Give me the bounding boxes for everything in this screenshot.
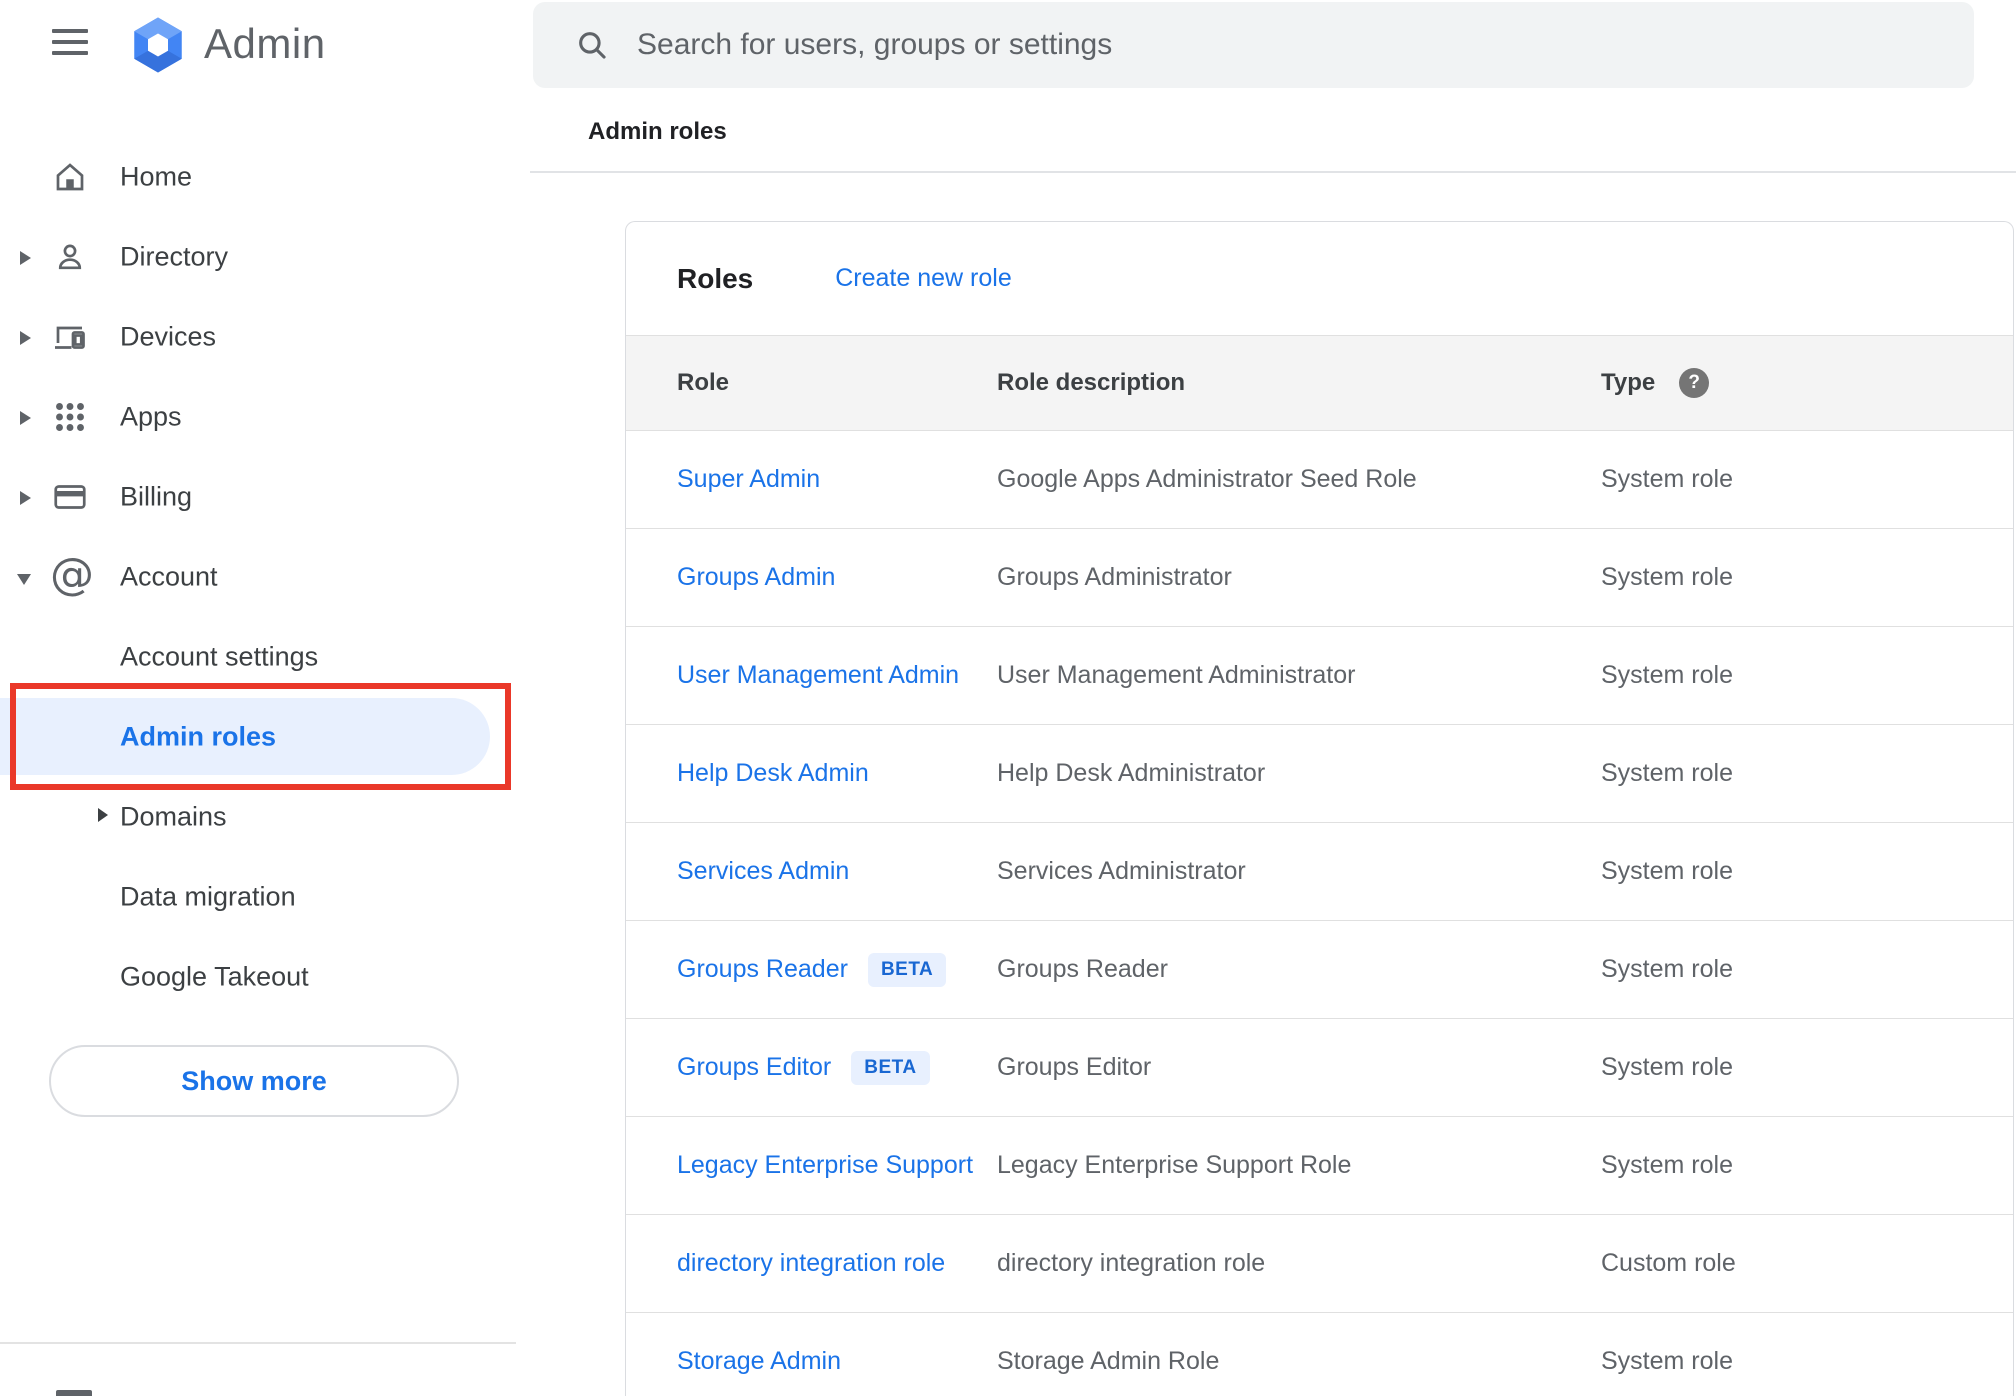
column-header-role: Role — [677, 369, 730, 396]
table-row: Help Desk Admin Help Desk Administrator … — [626, 725, 2013, 823]
table-row: Services Admin Services Administrator Sy… — [626, 823, 2013, 921]
card-title: Roles — [677, 262, 754, 294]
sidebar-item-billing[interactable]: Billing — [0, 457, 516, 537]
sidebar-item-account[interactable]: @ Account — [0, 537, 516, 617]
apps-grid-icon — [52, 399, 88, 435]
role-type: System role — [1601, 661, 1733, 689]
role-description: User Management Administrator — [997, 661, 1356, 689]
role-link[interactable]: Groups Admin — [677, 563, 835, 591]
sidebar-item-google-takeout[interactable]: Google Takeout — [0, 937, 516, 1017]
sidebar-item-label: Home — [120, 161, 193, 192]
role-link[interactable]: Super Admin — [677, 465, 820, 493]
role-type: System role — [1601, 955, 1733, 983]
search-bar — [533, 2, 1974, 88]
expand-arrow-icon[interactable] — [20, 331, 31, 345]
credit-card-icon — [52, 479, 88, 515]
role-link[interactable]: User Management Admin — [677, 661, 959, 689]
table-row: Groups Editor BETA Groups Editor System … — [626, 1019, 2013, 1117]
sidebar-item-label: Google Takeout — [120, 961, 309, 992]
sidebar-item-home[interactable]: Home — [0, 137, 516, 217]
clipped-bottom-icon — [56, 1390, 92, 1396]
column-header-type: Type — [1601, 369, 1656, 396]
role-description: Services Administrator — [997, 857, 1246, 885]
breadcrumb-divider — [530, 171, 2016, 173]
collapse-arrow-icon[interactable] — [17, 574, 31, 585]
role-link[interactable]: Services Admin — [677, 857, 849, 885]
sidebar-item-account-settings[interactable]: Account settings — [0, 617, 516, 697]
devices-icon — [52, 319, 88, 355]
role-link[interactable]: directory integration role — [677, 1249, 945, 1277]
at-sign-icon: @ — [50, 549, 94, 600]
sidebar-item-devices[interactable]: Devices — [0, 297, 516, 377]
table-row: User Management Admin User Management Ad… — [626, 627, 2013, 725]
role-type: System role — [1601, 857, 1733, 885]
role-type: System role — [1601, 1151, 1733, 1179]
role-type: System role — [1601, 465, 1733, 493]
role-link[interactable]: Groups Editor — [677, 1053, 831, 1082]
sidebar-item-domains[interactable]: Domains — [0, 777, 516, 857]
search-icon — [579, 32, 606, 59]
beta-badge: BETA — [851, 1050, 930, 1085]
table-row: Super Admin Google Apps Administrator Se… — [626, 431, 2013, 529]
create-new-role-link[interactable]: Create new role — [835, 264, 1011, 293]
role-link[interactable]: Groups Reader — [677, 955, 848, 984]
roles-card-header: Roles Create new role — [626, 222, 2013, 335]
role-type: System role — [1601, 1347, 1733, 1375]
role-description: Groups Administrator — [997, 563, 1232, 591]
role-type: System role — [1601, 759, 1733, 787]
sidebar: Home Directory Devices Apps Billing @ Ac… — [0, 137, 516, 1017]
sidebar-item-label: Account settings — [120, 641, 319, 672]
table-row: Storage Admin Storage Admin Role System … — [626, 1313, 2013, 1396]
roles-card: Roles Create new role Role Role descript… — [625, 221, 2014, 1396]
beta-badge: BETA — [867, 952, 947, 987]
sidebar-item-label: Devices — [120, 321, 217, 352]
table-header-row: Role Role description Type ? — [626, 335, 2013, 431]
sidebar-item-data-migration[interactable]: Data migration — [0, 857, 516, 937]
column-header-description: Role description — [997, 369, 1186, 396]
expand-arrow-icon[interactable] — [98, 808, 108, 822]
sidebar-item-apps[interactable]: Apps — [0, 377, 516, 457]
search-input[interactable] — [637, 28, 1974, 62]
role-description: Legacy Enterprise Support Role — [997, 1151, 1352, 1179]
role-link[interactable]: Help Desk Admin — [677, 759, 869, 787]
role-description: directory integration role — [997, 1249, 1266, 1277]
table-row: Groups Reader BETA Groups Reader System … — [626, 921, 2013, 1019]
sidebar-item-label: Billing — [120, 481, 193, 512]
role-link[interactable]: Legacy Enterprise Support — [677, 1151, 973, 1179]
role-description: Groups Reader — [997, 955, 1168, 983]
sidebar-item-label: Admin roles — [120, 721, 277, 752]
role-description: Groups Editor — [997, 1053, 1152, 1081]
table-row: directory integration role directory int… — [626, 1215, 2013, 1313]
show-more-button[interactable]: Show more — [49, 1045, 459, 1117]
app-title: Admin — [204, 20, 326, 67]
role-description: Google Apps Administrator Seed Role — [997, 465, 1417, 493]
expand-arrow-icon[interactable] — [20, 491, 31, 505]
admin-logo-icon[interactable] — [128, 15, 188, 75]
role-type: Custom role — [1601, 1249, 1736, 1277]
role-type: System role — [1601, 1053, 1733, 1081]
person-icon — [52, 239, 88, 275]
breadcrumb: Admin roles — [588, 118, 727, 145]
table-row: Legacy Enterprise Support Legacy Enterpr… — [626, 1117, 2013, 1215]
sidebar-item-label: Domains — [120, 801, 227, 832]
sidebar-item-label: Apps — [120, 401, 182, 432]
role-description: Help Desk Administrator — [997, 759, 1266, 787]
table-row: Groups Admin Groups Administrator System… — [626, 529, 2013, 627]
help-icon[interactable]: ? — [1679, 368, 1710, 398]
sidebar-item-label: Data migration — [120, 881, 296, 912]
sidebar-item-label: Directory — [120, 241, 229, 272]
role-description: Storage Admin Role — [997, 1347, 1220, 1375]
role-type: System role — [1601, 563, 1733, 591]
sidebar-item-label: Account — [120, 561, 218, 592]
expand-arrow-icon[interactable] — [20, 411, 31, 425]
sidebar-item-directory[interactable]: Directory — [0, 217, 516, 297]
app-header: Admin — [0, 0, 516, 96]
expand-arrow-icon[interactable] — [20, 251, 31, 265]
home-icon — [52, 159, 88, 195]
menu-icon[interactable] — [52, 29, 88, 57]
sidebar-item-admin-roles[interactable]: Admin roles — [0, 697, 516, 777]
sidebar-divider — [0, 1342, 516, 1344]
role-link[interactable]: Storage Admin — [677, 1347, 841, 1375]
